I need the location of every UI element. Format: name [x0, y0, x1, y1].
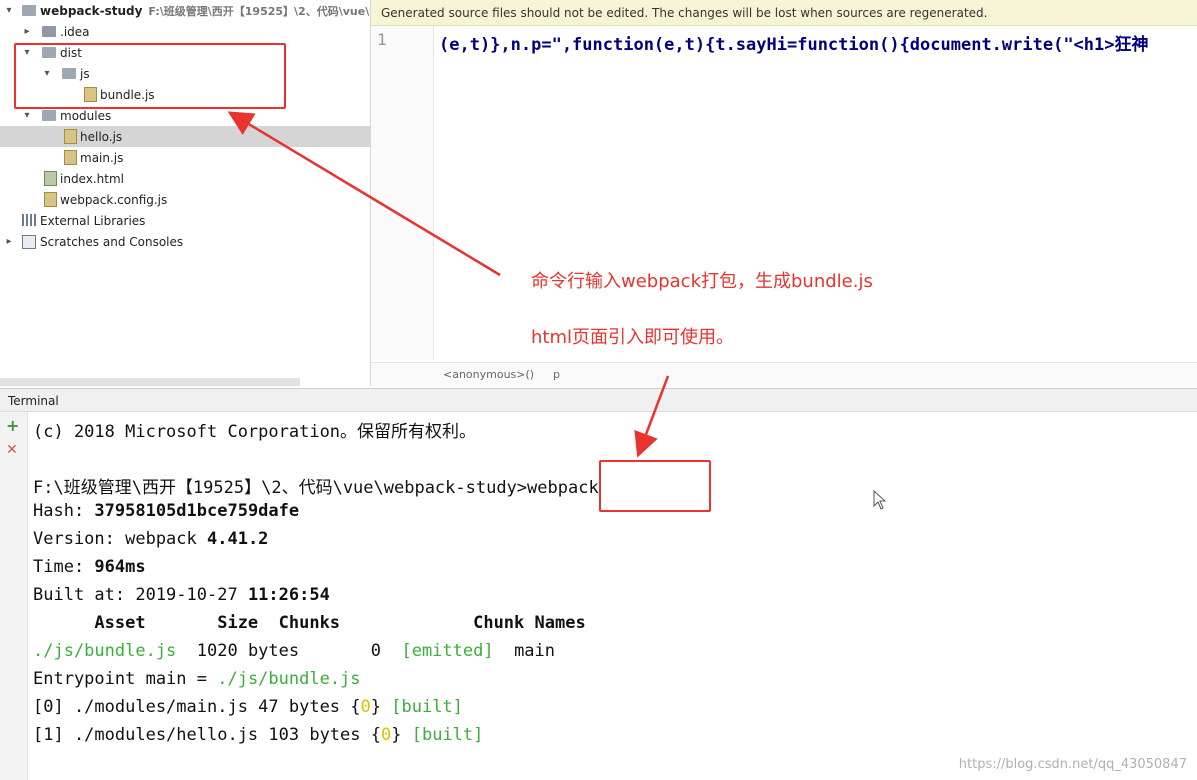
watermark: https://blog.csdn.net/qq_43050847 — [958, 757, 1187, 772]
mouse-cursor-icon — [873, 490, 887, 510]
arrow-to-command — [634, 375, 670, 458]
annotation-text-1: 命令行输入webpack打包，生成bundle.js — [531, 271, 873, 292]
annotation-arrows — [227, 111, 670, 458]
arrow-to-dist — [227, 111, 501, 277]
annotation-text-2: html页面引入即可使用。 — [531, 327, 735, 348]
